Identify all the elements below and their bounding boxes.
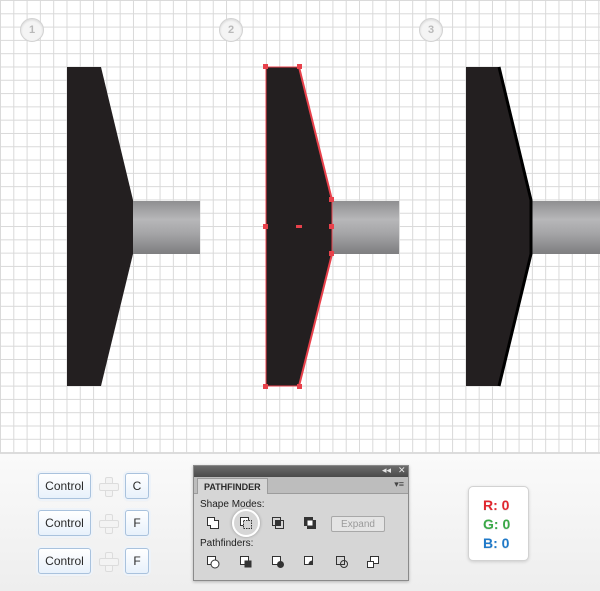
panel-tab-row: PATHFINDER ▾≡ (194, 477, 408, 494)
plus-icon (99, 552, 119, 572)
panel-menu-icon[interactable]: ▾≡ (394, 479, 404, 490)
step2-artwork[interactable] (263, 64, 399, 389)
step2-pipe (332, 201, 399, 254)
plus-icon (99, 477, 119, 497)
minus-front-icon[interactable] (239, 516, 253, 530)
exclude-icon[interactable] (303, 516, 317, 530)
key-f-2: F (125, 548, 149, 574)
key-control-3: Control (38, 548, 91, 574)
minus-back-icon[interactable] (366, 555, 380, 569)
step1-dark-shape (67, 67, 133, 386)
key-control-2: Control (38, 510, 91, 536)
step3-pipe (531, 201, 600, 254)
trim-icon[interactable] (239, 555, 253, 569)
step1-artwork (67, 67, 200, 386)
shape-modes-label: Shape Modes: (200, 499, 265, 510)
rgb-green-value: G: 0 (483, 516, 511, 532)
merge-icon[interactable] (271, 555, 285, 569)
step3-artwork (466, 66, 600, 387)
tab-pathfinder[interactable]: PATHFINDER (197, 478, 268, 494)
unite-icon[interactable] (206, 516, 220, 530)
step3-dark-shape (466, 67, 531, 386)
rgb-color-card: R: 0 G: 0 B: 0 (468, 486, 529, 561)
pathfinders-label: Pathfinders: (200, 538, 254, 549)
artwork-layer (67, 64, 600, 389)
pathfinder-panel: ◂◂ ✕ PATHFINDER ▾≡ Shape Modes: Expand P… (193, 465, 409, 581)
crop-icon[interactable] (303, 555, 317, 569)
divide-icon[interactable] (206, 555, 220, 569)
key-c: C (125, 473, 149, 499)
rgb-red-value: R: 0 (483, 497, 510, 513)
close-panel-icon[interactable]: ✕ (398, 465, 406, 476)
expand-button[interactable]: Expand (331, 516, 385, 532)
key-control-1: Control (38, 473, 91, 499)
step1-pipe (133, 201, 200, 254)
plus-icon (99, 514, 119, 534)
collapse-panel-icon[interactable]: ◂◂ (382, 465, 391, 476)
intersect-icon[interactable] (271, 516, 285, 530)
artboard-grid[interactable]: 1 2 3 (0, 0, 600, 453)
key-f-1: F (125, 510, 149, 536)
rgb-blue-value: B: 0 (483, 535, 510, 551)
outline-icon[interactable] (335, 555, 349, 569)
panel-titlebar[interactable]: ◂◂ ✕ (194, 465, 408, 477)
